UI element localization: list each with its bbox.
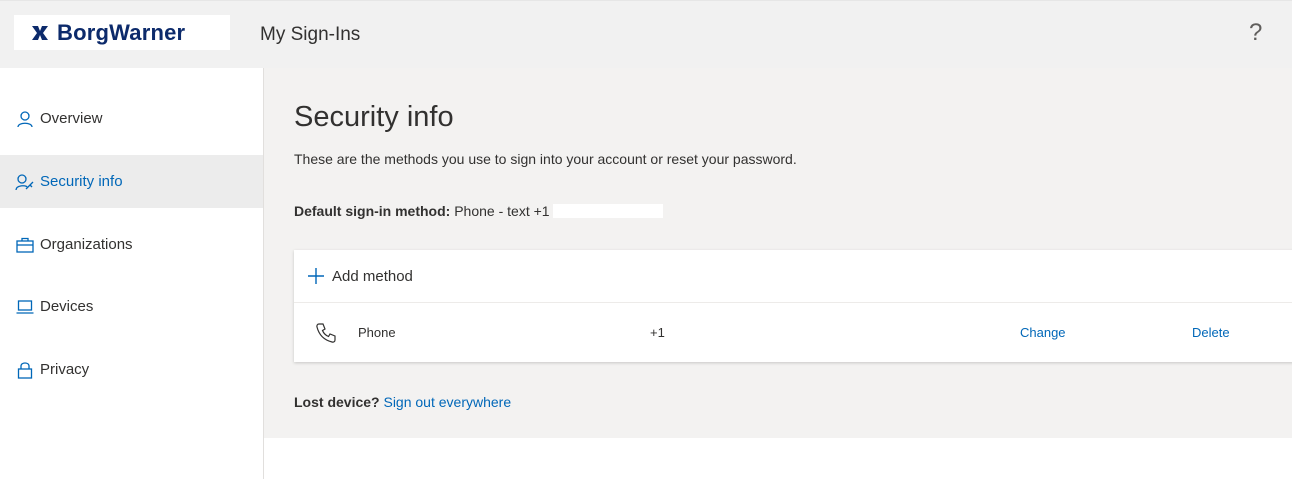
- sidebar-item-devices[interactable]: Devices: [0, 280, 263, 333]
- borgwarner-logo-icon: [32, 25, 48, 40]
- sidebar-item-label: Privacy: [40, 361, 90, 378]
- method-value: +1: [650, 325, 759, 340]
- phone-icon: [316, 323, 336, 343]
- default-method-value: Phone - text +1: [454, 203, 550, 219]
- sidebar-item-overview[interactable]: Overview: [0, 92, 263, 145]
- sign-out-everywhere-link[interactable]: Sign out everywhere: [383, 394, 511, 410]
- redacted-phone-number: [552, 204, 663, 218]
- add-method-label: Add method: [332, 267, 413, 285]
- brand-name: BorgWarner: [57, 19, 186, 45]
- redacted-phone-number: [668, 325, 759, 337]
- sidebar-item-organizations[interactable]: Organizations: [0, 218, 263, 271]
- lock-icon: [14, 359, 36, 381]
- main-content: Security info These are the methods you …: [264, 68, 1292, 438]
- page-title: Security info: [294, 101, 454, 133]
- method-row-phone: Phone +1 Change Delete: [294, 303, 1292, 362]
- default-method-label: Default sign-in method:: [294, 203, 451, 219]
- help-icon[interactable]: ?: [1249, 19, 1262, 47]
- default-sign-in-method: Default sign-in method: Phone - text +1: [294, 203, 663, 219]
- add-method-button[interactable]: Add method: [294, 250, 1292, 303]
- sidebar-item-privacy[interactable]: Privacy: [0, 343, 263, 396]
- sidebar-item-security-info[interactable]: Security info: [0, 155, 263, 208]
- brand-logo[interactable]: BorgWarner: [14, 15, 230, 50]
- sidebar-item-label: Organizations: [40, 236, 133, 253]
- lost-device-line: Lost device? Sign out everywhere: [294, 394, 511, 410]
- method-name: Phone: [358, 325, 396, 340]
- person-key-icon: [14, 171, 36, 193]
- sidebar-item-label: Devices: [40, 298, 94, 315]
- sidebar-item-label: Security info: [40, 173, 123, 190]
- page-description: These are the methods you use to sign in…: [294, 151, 797, 167]
- plus-icon: [308, 268, 324, 284]
- sidebar: Overview Security info Organizations Dev…: [0, 68, 264, 479]
- delete-method-link[interactable]: Delete: [1192, 325, 1230, 340]
- laptop-icon: [14, 296, 36, 318]
- lost-device-label: Lost device?: [294, 394, 380, 410]
- briefcase-icon: [14, 234, 36, 256]
- app-title: My Sign-Ins: [260, 24, 361, 45]
- person-icon: [14, 108, 36, 130]
- top-bar: BorgWarner My Sign-Ins ?: [0, 0, 1292, 69]
- change-method-link[interactable]: Change: [1020, 325, 1066, 340]
- method-value-prefix: +1: [650, 325, 665, 340]
- sidebar-item-label: Overview: [40, 110, 103, 127]
- security-methods-card: Add method Phone +1 Change Delete: [294, 250, 1292, 362]
